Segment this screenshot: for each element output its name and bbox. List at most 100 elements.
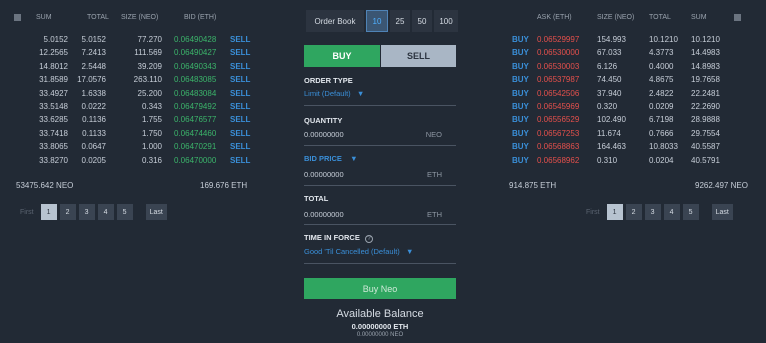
time-in-force-select[interactable]: Good 'Til Cancelled (Default) <box>304 247 400 256</box>
bid-price-input[interactable]: 0.00000000 <box>304 170 344 179</box>
table-row[interactable]: 33.5148 0.0222 0.343 0.06479492 SELL <box>0 100 258 113</box>
sell-action-link[interactable]: SELL <box>230 156 250 165</box>
table-row[interactable]: BUY 0.06545969 0.320 0.0209 22.2690 <box>508 100 766 113</box>
depth-10-button[interactable]: 10 <box>366 10 388 32</box>
page-2-button[interactable]: 2 <box>59 204 76 220</box>
bid-sum: 33.8065 <box>39 142 68 152</box>
sell-action-link[interactable]: SELL <box>230 142 250 151</box>
sell-action-link[interactable]: SELL <box>230 62 250 71</box>
table-row[interactable]: 33.4927 1.6338 25.200 0.06483084 SELL <box>0 87 258 100</box>
available-balance: Available Balance 0.00000000 ETH 0.00000… <box>304 308 456 338</box>
table-row[interactable]: BUY 0.06556529 102.490 6.7198 28.9888 <box>508 113 766 126</box>
order-type-select[interactable]: Limit (Default) <box>304 89 351 98</box>
table-row[interactable]: 31.8589 17.0576 263.110 0.06483085 SELL <box>0 73 258 86</box>
bid-header-sum[interactable]: SUM <box>36 14 52 21</box>
table-row[interactable]: BUY 0.06542506 37.940 2.4822 22.2481 <box>508 87 766 100</box>
quantity-input[interactable]: 0.00000000 <box>304 130 344 139</box>
table-row[interactable]: BUY 0.06530003 6.126 0.4000 14.8983 <box>508 60 766 73</box>
bid-collapse-icon[interactable] <box>14 14 21 21</box>
bid-header-total[interactable]: TOTAL <box>87 14 109 21</box>
ask-total: 10.1210 <box>649 35 678 44</box>
table-row[interactable]: BUY 0.06567253 11.674 0.7666 29.7554 <box>508 127 766 140</box>
first-page-button[interactable]: First <box>16 204 38 220</box>
table-row[interactable]: BUY 0.06530000 67.033 4.3773 14.4983 <box>508 46 766 59</box>
page-3-button[interactable]: 3 <box>644 204 661 220</box>
ask-header-price[interactable]: ASK (ETH) <box>537 14 572 21</box>
buy-action-link[interactable]: BUY <box>512 48 529 57</box>
sell-action-link[interactable]: SELL <box>230 48 250 57</box>
buy-action-link[interactable]: BUY <box>512 129 529 138</box>
depth-25-button[interactable]: 25 <box>390 10 410 32</box>
buy-action-link[interactable]: BUY <box>512 89 529 98</box>
table-row[interactable]: BUY 0.06529997 154.993 10.1210 10.1210 <box>508 33 766 46</box>
table-row[interactable]: 33.7418 0.1133 1.750 0.06474460 SELL <box>0 127 258 140</box>
buy-neo-button[interactable]: Buy Neo <box>304 278 456 299</box>
ask-total: 4.8675 <box>649 75 674 85</box>
page-2-button[interactable]: 2 <box>625 204 642 220</box>
bid-size: 39.209 <box>137 61 162 71</box>
buy-action-link[interactable]: BUY <box>512 35 529 44</box>
buy-action-link[interactable]: BUY <box>512 142 529 151</box>
sell-action-link[interactable]: SELL <box>230 35 250 44</box>
table-row[interactable]: BUY 0.06537987 74.450 4.8675 19.7658 <box>508 73 766 86</box>
buy-tab[interactable]: BUY <box>304 45 380 67</box>
table-row[interactable]: BUY 0.06568962 0.310 0.0204 40.5791 <box>508 154 766 167</box>
order-book-label: Order Book <box>306 10 364 32</box>
page-5-button[interactable]: 5 <box>682 204 699 220</box>
buy-action-link[interactable]: BUY <box>512 62 529 71</box>
page-4-button[interactable]: 4 <box>663 204 680 220</box>
ask-size: 11.674 <box>597 128 621 138</box>
ask-header-total[interactable]: TOTAL <box>649 14 671 21</box>
quantity-field[interactable]: QUANTITY 0.00000000 NEO <box>304 116 456 139</box>
buy-action-link[interactable]: BUY <box>512 75 529 84</box>
page-1-button[interactable]: 1 <box>40 204 57 220</box>
bid-price: 0.06470291 <box>174 142 217 152</box>
sell-action-link[interactable]: SELL <box>230 129 250 138</box>
sell-action-link[interactable]: SELL <box>230 115 250 124</box>
page-3-button[interactable]: 3 <box>78 204 95 220</box>
chevron-down-icon[interactable]: ▼ <box>350 154 357 163</box>
ask-header-sum[interactable]: SUM <box>691 14 707 21</box>
table-row[interactable]: 12.2565 7.2413 111.569 0.06490427 SELL <box>0 46 258 59</box>
last-page-button[interactable]: Last <box>711 204 733 220</box>
table-row[interactable]: 33.8270 0.0205 0.316 0.06470000 SELL <box>0 154 258 167</box>
chevron-down-icon[interactable]: ▼ <box>406 247 413 256</box>
table-row[interactable]: 14.8012 2.5448 39.209 0.06490343 SELL <box>0 60 258 73</box>
buy-action-link[interactable]: BUY <box>512 102 529 111</box>
ask-collapse-icon[interactable] <box>734 14 741 21</box>
table-row[interactable]: BUY 0.06568863 164.463 10.8033 40.5587 <box>508 140 766 153</box>
total-input[interactable]: 0.00000000 <box>304 210 344 219</box>
bid-price-label[interactable]: BID PRICE <box>304 154 342 163</box>
table-row[interactable]: 33.6285 0.1136 1.755 0.06476577 SELL <box>0 113 258 126</box>
page-1-button[interactable]: 1 <box>606 204 623 220</box>
divider <box>304 185 456 186</box>
last-page-button[interactable]: Last <box>145 204 167 220</box>
depth-100-button[interactable]: 100 <box>434 10 458 32</box>
sell-tab[interactable]: SELL <box>381 45 456 67</box>
bid-header-size[interactable]: SIZE (NEO) <box>121 14 158 21</box>
bid-size: 0.343 <box>141 101 162 111</box>
page-4-button[interactable]: 4 <box>97 204 114 220</box>
chevron-down-icon[interactable]: ▼ <box>357 89 364 98</box>
ask-header-size[interactable]: SIZE (NEO) <box>597 14 634 21</box>
sell-action-link[interactable]: SELL <box>230 89 250 98</box>
table-row[interactable]: 33.8065 0.0647 1.000 0.06470291 SELL <box>0 140 258 153</box>
table-row[interactable]: 5.0152 5.0152 77.270 0.06490428 SELL <box>0 33 258 46</box>
ask-size: 6.126 <box>597 61 618 71</box>
ask-sum: 40.5791 <box>691 155 720 165</box>
buy-action-link[interactable]: BUY <box>512 115 529 124</box>
page-5-button[interactable]: 5 <box>116 204 133 220</box>
depth-50-button[interactable]: 50 <box>412 10 432 32</box>
sell-action-link[interactable]: SELL <box>230 102 250 111</box>
bid-orderbook: SUM TOTAL SIZE (NEO) BID (ETH) 5.0152 5.0… <box>0 0 258 220</box>
total-field[interactable]: TOTAL 0.00000000 ETH <box>304 194 456 219</box>
first-page-button[interactable]: First <box>582 204 604 220</box>
ask-price: 0.06556529 <box>537 115 580 125</box>
time-in-force-field[interactable]: TIME IN FORCE ? Good 'Til Cancelled (Def… <box>304 233 456 256</box>
bid-price-field[interactable]: BID PRICE ▼ 0.00000000 ETH <box>304 154 456 179</box>
order-type-field[interactable]: ORDER TYPE Limit (Default) ▼ <box>304 76 456 98</box>
bid-header-price[interactable]: BID (ETH) <box>184 14 216 21</box>
help-icon[interactable]: ? <box>365 235 374 243</box>
sell-action-link[interactable]: SELL <box>230 75 250 84</box>
buy-action-link[interactable]: BUY <box>512 156 529 165</box>
